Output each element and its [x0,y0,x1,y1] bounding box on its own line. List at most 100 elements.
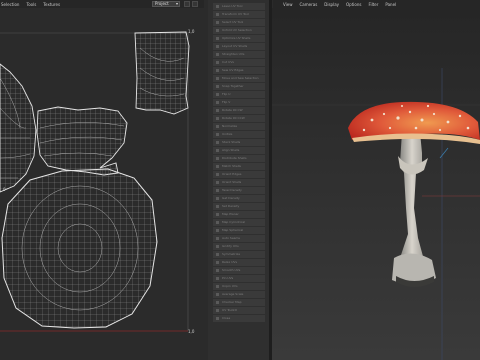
menu-display[interactable]: Display [324,2,339,7]
tool-button[interactable]: Transform UV Tool [213,11,265,18]
tool-label: Symmetrize [222,252,241,256]
tool-label: Optimize UV Shells [222,36,251,40]
tool-icon [216,100,219,104]
tool-button[interactable]: Gridify UVs [213,243,265,250]
tool-button[interactable]: Sew UV Edges [213,67,265,74]
tool-button[interactable]: Close [213,315,265,322]
tool-button[interactable]: Layout UV Shells [213,43,265,50]
uv-tick-right-bottom: 1,0 [188,329,195,334]
tool-button[interactable]: Set Density [213,203,265,210]
tool-button[interactable]: Symmetrize [213,251,265,258]
tool-icon [216,204,219,208]
tool-label: Unpin UVs [222,284,238,288]
tool-label: Map Cylindrical [222,220,246,224]
menu-textures[interactable]: Textures [43,2,60,7]
tool-icon [216,228,219,232]
tool-label: Unitize [222,132,233,136]
tool-button[interactable]: Lasso UV Tool [213,3,265,10]
uv-tick-right-top: 1,0 [188,29,195,34]
tool-icon [216,276,219,280]
tool-button[interactable]: Map Cylindrical [213,219,265,226]
tool-button[interactable]: Orient Edges [213,171,265,178]
tool-button[interactable]: Orient Shells [213,179,265,186]
tool-label: Rotate 90 CW [222,108,243,112]
tool-label: Flip U [222,92,231,96]
viewport-background [272,8,480,360]
tool-button[interactable]: Get Density [213,195,265,202]
menu-view[interactable]: View [283,2,293,7]
menu-tools[interactable]: Tools [26,2,36,7]
tool-icon [216,300,219,304]
uv-toolkit-panel: Lasso UV Tool Transform UV Tool Select UV … [208,0,269,360]
tool-label: Move and Sew Selection [222,76,259,80]
tool-label: Snap Together [222,84,244,88]
tool-label: Map Planar [222,212,239,216]
tool-icon [216,196,219,200]
tool-button[interactable]: Auto Seams [213,235,265,242]
tool-label: Straighten UVs [222,52,245,56]
tool-button[interactable]: Snap Together [213,83,265,90]
uv-canvas[interactable]: 1,0 1,0 0 [0,8,204,360]
menu-cameras[interactable]: Cameras [300,2,318,7]
view-mode-select[interactable]: Project ▾ [152,1,180,7]
tool-label: Stack Shells [222,140,241,144]
tool-button[interactable]: Flip U [213,91,265,98]
tool-button[interactable]: Pin UVs [213,275,265,282]
tool-icon [216,76,219,80]
tool-button[interactable]: Rotate 90 CW [213,107,265,114]
tool-button[interactable]: Map Spherical [213,227,265,234]
tool-icon [216,252,219,256]
mushroom-model [272,8,480,360]
tool-button[interactable]: Map Planar [213,211,265,218]
tool-button[interactable]: Unitize [213,131,265,138]
tool-button[interactable]: Align Shells [213,147,265,154]
tool-icon [216,148,219,152]
tool-button[interactable]: Move and Sew Selection [213,75,265,82]
tool-button[interactable]: Average Scale [213,291,265,298]
tool-button[interactable]: Flip V [213,99,265,106]
uv-shell-middle [36,106,128,176]
menu-options[interactable]: Options [346,2,361,7]
tool-button[interactable]: Straighten UVs [213,51,265,58]
tool-label: Auto Seams [222,236,240,240]
tool-icon [216,116,219,120]
tool-icon [216,212,219,216]
uv-shell-left [0,63,37,193]
tool-button[interactable]: Cut UVs [213,59,265,66]
tool-icon [216,244,219,248]
tool-button[interactable]: Unpin UVs [213,283,265,290]
tool-label: Sew UV Edges [222,68,244,72]
tool-button[interactable]: Select UV Tool [213,19,265,26]
tool-button[interactable]: Optimize UV Shells [213,35,265,42]
tool-label: Set Density [222,204,240,208]
tool-button[interactable]: Relax UVs [213,259,265,266]
tool-button[interactable]: Rotate 90 CCW [213,115,265,122]
tool-label: UV Toolkit [222,308,237,312]
tool-button[interactable]: Checker Map [213,299,265,306]
toolbar-button-a[interactable] [184,1,190,7]
toolbar-button-b[interactable] [192,1,198,7]
menu-selection[interactable]: Selection [1,2,19,7]
tool-icon [216,220,219,224]
tool-label: Average Scale [222,292,244,296]
tool-label: Texel Density [222,188,242,192]
tool-button[interactable]: UV Toolkit [213,307,265,314]
tool-icon [216,92,219,96]
menu-panel[interactable]: Panel [385,2,396,7]
uv-layout-graphic [0,31,190,332]
tool-button[interactable]: Stack Shells [213,139,265,146]
tool-icon [216,68,219,72]
tool-button[interactable]: Normalize [213,123,265,130]
3d-viewport[interactable]: Perspective Default Camera Mesh 0 View T… [272,8,480,360]
tool-label: Rotate 90 CCW [222,116,245,120]
tool-button[interactable]: Smooth UVs [213,267,265,274]
tool-icon [216,292,219,296]
tool-button[interactable]: Match Shells [213,163,265,170]
tool-button[interactable]: Distribute Shells [213,155,265,162]
tool-icon [216,180,219,184]
tool-icon [216,52,219,56]
tool-label: Distribute Shells [222,156,247,160]
tool-button[interactable]: Texel Density [213,187,265,194]
menu-filter[interactable]: Filter [368,2,378,7]
tool-button[interactable]: Unfold UV Selection [213,27,265,34]
